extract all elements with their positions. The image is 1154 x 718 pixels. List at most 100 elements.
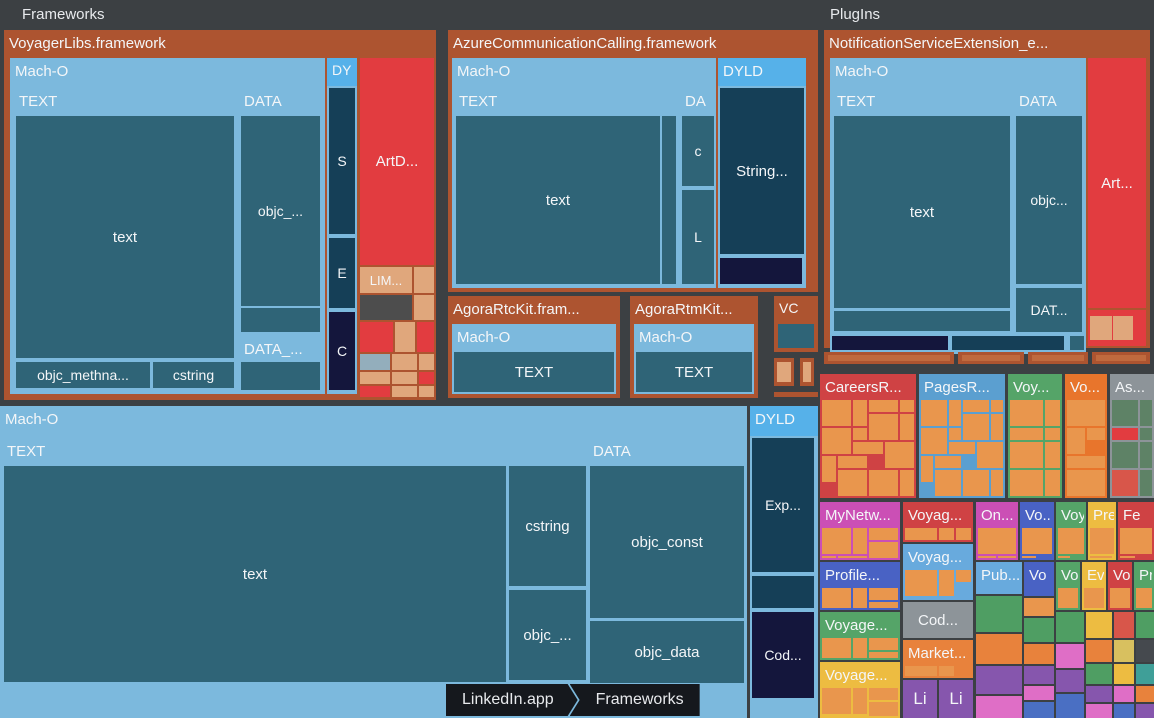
mosaic-tile[interactable] xyxy=(1136,612,1154,638)
treemap-tile[interactable] xyxy=(869,528,898,540)
plugin-voyag-blue[interactable]: Voyag... xyxy=(903,544,973,600)
mosaic-tile[interactable] xyxy=(1056,670,1084,692)
voyagerlibs-objc[interactable]: objc_... xyxy=(241,116,320,306)
plugin-strip-body[interactable] xyxy=(1096,355,1146,361)
treemap-tile[interactable] xyxy=(1112,400,1138,426)
plugin-li-1[interactable]: Li xyxy=(903,680,937,718)
plugin-strip-body[interactable] xyxy=(1032,355,1084,361)
treemap-tile[interactable] xyxy=(1058,588,1078,608)
notif-objc[interactable]: objc... xyxy=(1016,116,1082,284)
treemap-tile[interactable] xyxy=(905,528,937,540)
mosaic-tile[interactable] xyxy=(1056,644,1084,668)
asset-tile[interactable] xyxy=(417,322,434,352)
plugin-assets[interactable]: As... xyxy=(1110,374,1154,498)
notif-text-body[interactable]: text xyxy=(834,116,1010,308)
treemap-tile[interactable] xyxy=(822,400,851,426)
treemap-tile[interactable] xyxy=(1010,400,1043,426)
asset-tile[interactable] xyxy=(395,322,415,352)
small-framework-strip[interactable] xyxy=(774,392,818,397)
treemap-tile[interactable] xyxy=(900,400,914,412)
plugin-vo[interactable]: Vo... xyxy=(1065,374,1107,498)
voyagerlibs-cstring[interactable]: cstring xyxy=(153,362,234,388)
treemap-tile[interactable] xyxy=(939,666,954,676)
plugin-strip-body[interactable] xyxy=(828,355,950,361)
mosaic-tile[interactable] xyxy=(1056,612,1084,642)
voyagerlibs-exports[interactable]: E xyxy=(329,238,355,308)
mosaic-tile[interactable] xyxy=(976,596,1022,632)
treemap-tile[interactable] xyxy=(869,400,898,412)
treemap-tile[interactable] xyxy=(869,638,898,650)
plugin-ev[interactable]: Ev xyxy=(1082,562,1106,610)
linkedin-text-body[interactable]: text xyxy=(4,466,506,682)
mosaic-tile[interactable] xyxy=(1024,618,1054,642)
plugin-mynetwork[interactable]: MyNetw... xyxy=(820,502,900,560)
treemap-tile[interactable] xyxy=(1010,442,1043,468)
treemap-tile[interactable] xyxy=(1010,470,1043,496)
treemap-tile[interactable] xyxy=(1087,428,1105,440)
treemap-tile[interactable] xyxy=(1045,442,1060,468)
treemap-tile[interactable] xyxy=(1058,528,1084,554)
asset-tile[interactable] xyxy=(1113,316,1133,340)
mosaic-tile[interactable] xyxy=(1114,664,1134,684)
notif-strip-navy[interactable] xyxy=(832,336,948,350)
linkedin-objc-data[interactable]: objc_data xyxy=(590,621,744,683)
mosaic-tile[interactable] xyxy=(1086,640,1112,662)
asset-tile[interactable] xyxy=(414,267,434,293)
treemap-tile[interactable] xyxy=(949,442,975,454)
asset-tile[interactable] xyxy=(360,372,390,384)
plugin-pre[interactable]: Pre xyxy=(1088,502,1116,560)
treemap-tile[interactable] xyxy=(1112,470,1138,496)
treemap-tile[interactable] xyxy=(921,428,947,454)
treemap-tile[interactable] xyxy=(1140,470,1152,496)
plugin-pr[interactable]: Pr xyxy=(1134,562,1154,610)
plugin-profile[interactable]: Profile... xyxy=(820,562,900,610)
treemap-tile[interactable] xyxy=(956,528,971,540)
voyagerlibs-lim-asset[interactable]: LIM... xyxy=(360,267,412,293)
treemap-tile[interactable] xyxy=(1110,588,1130,608)
treemap-tile[interactable] xyxy=(822,588,851,608)
treemap-tile[interactable] xyxy=(991,414,1003,440)
mosaic-tile[interactable] xyxy=(1114,686,1134,702)
asset-tile[interactable] xyxy=(392,354,417,370)
treemap-tile[interactable] xyxy=(1140,400,1152,426)
treemap-tile[interactable] xyxy=(869,542,898,558)
treemap-tile[interactable] xyxy=(1045,428,1060,440)
treemap-tile[interactable] xyxy=(935,456,961,468)
treemap-tile[interactable] xyxy=(1140,428,1152,440)
agorartckit-text[interactable]: TEXT xyxy=(454,352,614,392)
treemap-tile[interactable] xyxy=(822,638,851,658)
plugin-market[interactable]: Market... xyxy=(903,640,973,678)
treemap-tile[interactable] xyxy=(853,528,867,554)
plugin-vo-green[interactable]: Vo xyxy=(1056,562,1080,610)
mosaic-tile[interactable] xyxy=(1136,686,1154,702)
asset-tile[interactable] xyxy=(392,386,417,397)
treemap-tile[interactable] xyxy=(921,400,947,426)
linkedin-dyld-header[interactable]: DYLD xyxy=(750,406,818,436)
linkedin-cstring[interactable]: cstring xyxy=(509,466,586,586)
treemap-tile[interactable] xyxy=(869,414,898,440)
plugin-voy[interactable]: Voy... xyxy=(1008,374,1062,498)
treemap-tile[interactable] xyxy=(1045,470,1060,496)
voyagerlibs-text-body[interactable]: text xyxy=(16,116,234,358)
treemap-tile[interactable] xyxy=(1112,428,1138,440)
asset-tile[interactable] xyxy=(419,386,434,397)
voyagerlibs-string-table[interactable]: S xyxy=(329,88,355,234)
treemap-tile[interactable] xyxy=(1010,428,1043,440)
treemap-tile[interactable] xyxy=(853,638,867,658)
vc-macho[interactable] xyxy=(778,324,814,348)
voyagerlibs-data-sub[interactable] xyxy=(241,308,320,332)
treemap-tile[interactable] xyxy=(939,570,954,596)
notif-strip-dots[interactable] xyxy=(952,336,1064,350)
plugin-voy-green[interactable]: Voy xyxy=(1056,502,1086,560)
notif-data-sub[interactable]: DAT... xyxy=(1016,288,1082,332)
plugin-fe[interactable]: Fe xyxy=(1118,502,1154,560)
treemap-tile[interactable] xyxy=(900,470,914,496)
treemap-tile[interactable] xyxy=(921,456,933,482)
azure-code-signature[interactable] xyxy=(720,258,802,284)
mosaic-tile[interactable] xyxy=(976,666,1022,694)
treemap-tile[interactable] xyxy=(869,602,898,608)
treemap-tile[interactable] xyxy=(885,442,914,468)
treemap-tile[interactable] xyxy=(998,556,1016,558)
asset-tile[interactable] xyxy=(360,386,390,397)
plugin-voyage-green[interactable]: Voyage... xyxy=(820,612,900,660)
